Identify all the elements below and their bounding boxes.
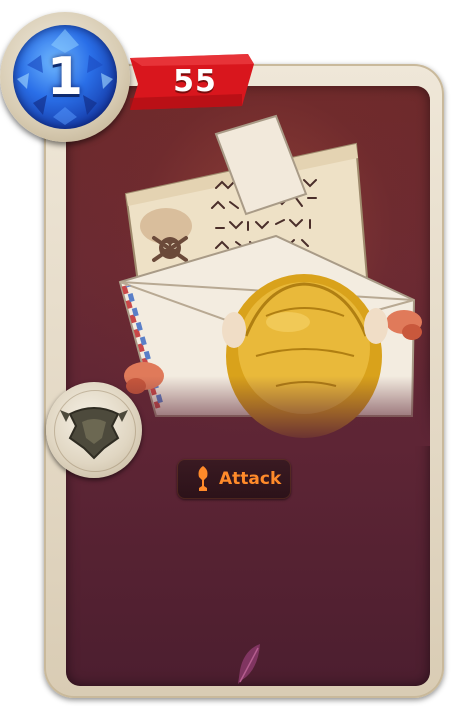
sword-icon [198,466,208,491]
keyword-tag-attack[interactable]: Attack [177,459,291,499]
stat-banner: 55 [130,54,254,110]
stat-value: 55 [173,64,217,99]
faction-medallion[interactable] [46,382,142,478]
feather-icon [238,644,260,684]
card[interactable]: 1 55 Attack [0,0,456,706]
keyword-label: Attack [219,469,282,489]
mana-cost-value: 1 [46,47,84,107]
mana-cost-gem: 1 [0,12,130,142]
mana-gem-core: 1 [13,25,117,129]
crest-icon [60,407,128,460]
